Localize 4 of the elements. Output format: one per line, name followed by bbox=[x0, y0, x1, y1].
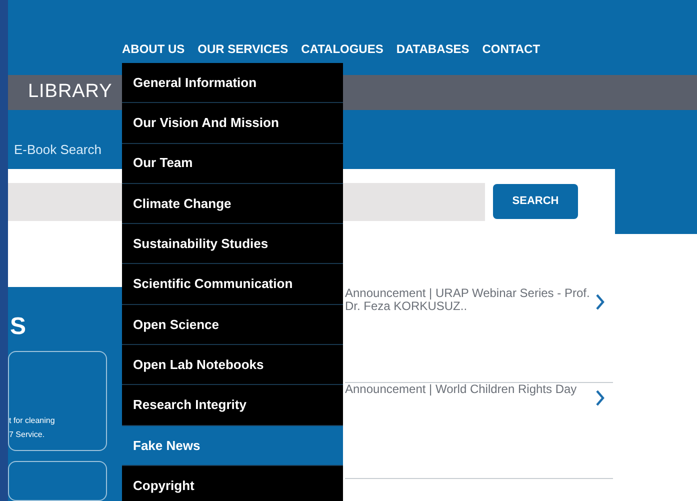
panel-heading: S bbox=[9, 312, 28, 342]
card-text: t for cleaning bbox=[9, 415, 56, 427]
card-text: 7 Service. bbox=[9, 429, 46, 441]
page-title: LIBRARY bbox=[28, 80, 112, 104]
